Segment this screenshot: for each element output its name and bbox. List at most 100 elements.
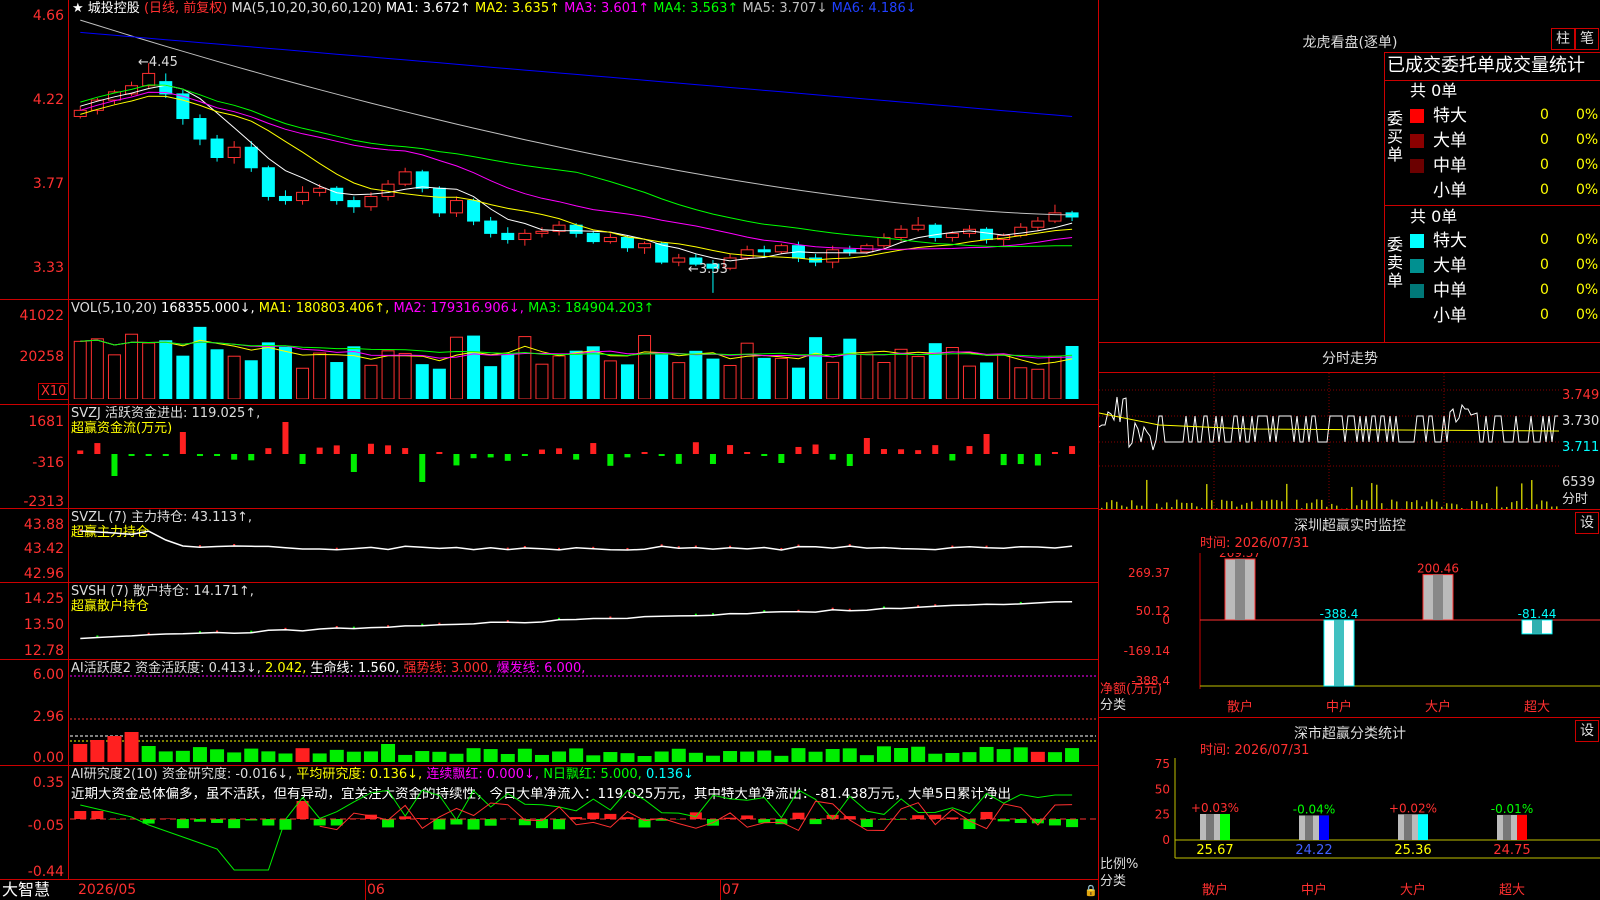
research-bar: [296, 801, 309, 819]
activity-bar: [1047, 752, 1062, 762]
buy-total: 共 0单: [1410, 81, 1458, 100]
ai-research-title: AI研究度2(10) 资金研究度: -0.016↓,: [71, 767, 293, 782]
intraday-volume-bar: [1416, 500, 1418, 509]
separator: [1384, 205, 1600, 206]
brand-logo[interactable]: 大智慧: [2, 881, 50, 899]
class-bar-accent: [1220, 813, 1230, 840]
candle-body: [826, 249, 840, 263]
order-volume: 0: [1540, 232, 1549, 248]
candle-body: [620, 236, 634, 249]
volume-bar: [107, 354, 121, 399]
intraday-volume-bar: [1531, 480, 1533, 509]
tick-mode-button[interactable]: 笔: [1575, 28, 1599, 50]
class-bar-shade: [1206, 813, 1214, 840]
volume-bar: [911, 356, 925, 399]
order-size-name: 特大: [1433, 106, 1467, 126]
intraday-volume-bar: [1226, 500, 1228, 509]
intraday-volume-bar: [1521, 483, 1523, 509]
class-settings-button[interactable]: 设: [1575, 720, 1599, 742]
ma-params: MA(5,10,20,30,60,120): [231, 1, 382, 16]
price-axis-label: 3.77: [32, 176, 64, 192]
order-volume: 0: [1540, 107, 1549, 123]
volume-bar: [347, 346, 361, 399]
intraday-volume-bar: [1221, 499, 1223, 509]
candlestick-chart[interactable]: [70, 16, 1096, 299]
order-percent: 0%: [1576, 157, 1599, 173]
order-color-swatch: [1410, 159, 1424, 173]
volume-bar: [740, 342, 754, 399]
ai-research-axis-label: -0.44: [27, 864, 64, 880]
activity-bar: [210, 749, 225, 762]
svsh-axis-label: 12.78: [23, 643, 64, 659]
activity-bar: [808, 751, 823, 762]
intraday-volume-bar: [1296, 499, 1298, 509]
activity-bar: [312, 753, 327, 762]
lock-icon[interactable]: 🔒: [1084, 884, 1098, 897]
monitor-axis-label: -388.4: [1131, 674, 1170, 688]
class-value-label: 25.67: [1196, 843, 1233, 858]
fund-flow-bar: [231, 454, 238, 460]
fund-flow-bar: [949, 454, 956, 461]
research-bar: [1066, 819, 1079, 828]
candle-body: [278, 195, 292, 202]
bar-mode-button[interactable]: 柱: [1551, 28, 1575, 50]
separator: [1098, 342, 1600, 343]
activity-bar: [723, 751, 738, 762]
volume-bar: [706, 358, 720, 399]
intraday-volume-bar: [1321, 499, 1323, 509]
research-bar: [313, 819, 326, 826]
intraday-volume-bar: [1281, 501, 1283, 509]
buy-orders-label: 委买单: [1387, 109, 1404, 164]
fund-flow-bar: [402, 448, 409, 454]
fund-flow-bar: [145, 454, 152, 456]
candle-body: [672, 257, 686, 263]
favorite-star-icon[interactable]: ★: [72, 1, 84, 16]
fund-flow-bar: [624, 454, 631, 458]
research-bar: [91, 811, 104, 819]
order-stat-title: 已成交委托单成交量统计: [1387, 55, 1585, 76]
period-label[interactable]: (日线, 前复权): [144, 1, 227, 16]
monitor-category: 超大: [1524, 700, 1550, 715]
monitor-settings-button[interactable]: 设: [1575, 512, 1599, 534]
vol-axis-label: 41022: [19, 308, 64, 324]
main-force-position-chart: [79, 529, 1073, 551]
candle-body: [757, 249, 771, 253]
class-time: 时间: 2026/07/31: [1200, 743, 1310, 758]
class-bar-accent: [1517, 814, 1527, 840]
research-bar: [433, 819, 446, 830]
stock-name[interactable]: 城投控股: [88, 1, 140, 16]
candle-body: [432, 187, 446, 214]
volume-bar: [774, 357, 788, 399]
volume-bar: [193, 326, 207, 399]
activity-bar: [73, 744, 88, 762]
candle-body: [449, 200, 463, 214]
ai-research-avg: 平均研究度: 0.136↓,: [296, 767, 423, 782]
intraday-volume-bar: [1371, 483, 1373, 509]
order-volume: 0: [1540, 257, 1549, 273]
intraday-volume-bar: [1366, 500, 1368, 509]
research-bar: [604, 813, 617, 819]
ai-active-axis-label: 6.00: [32, 667, 64, 683]
research-bar: [553, 819, 566, 830]
candle-body: [296, 191, 310, 202]
order-size-name: 中单: [1433, 281, 1467, 301]
volume-bar: [552, 355, 566, 399]
volume-bar: [90, 338, 104, 399]
fund-flow-bar: [863, 438, 870, 454]
candle-body: [398, 171, 412, 185]
volume-bar: [176, 355, 190, 399]
research-bar: [741, 815, 754, 819]
ai-research-header: AI研究度2(10) 资金研究度: -0.016↓, 平均研究度: 0.136↓…: [71, 767, 694, 782]
fund-flow-bar: [248, 454, 255, 461]
date-divider: [720, 880, 721, 900]
monitor-value-label: 269.37: [1219, 553, 1261, 560]
fund-flow-bar: [761, 454, 768, 456]
activity-bar: [1030, 751, 1045, 762]
monitor-value-label: -81.44: [1518, 607, 1557, 621]
intraday-chart[interactable]: [1099, 373, 1559, 509]
order-color-swatch: [1410, 284, 1424, 298]
fund-flow-bar: [727, 445, 734, 454]
ai-research-nday: N日飘红: 5.000,: [543, 767, 642, 782]
fund-flow-bar: [111, 454, 118, 476]
separator: [0, 299, 1098, 300]
